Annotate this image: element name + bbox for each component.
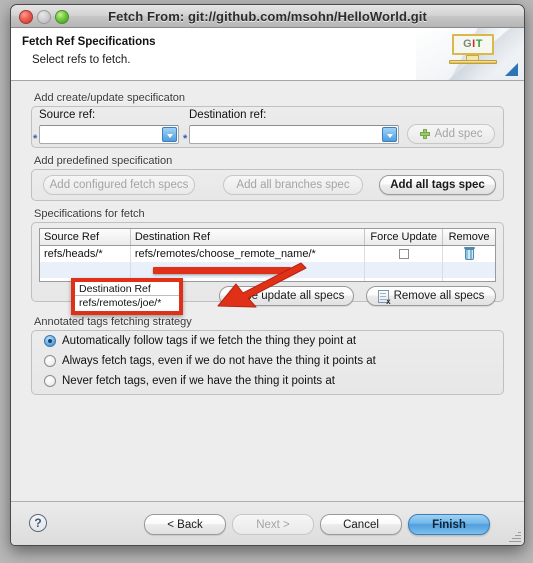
column-header-source-ref[interactable]: Source Ref xyxy=(40,229,131,245)
cell-empty xyxy=(443,278,495,281)
radio-option-never[interactable]: Never fetch tags, even if we have the th… xyxy=(44,375,335,387)
tags-group-label: Annotated tags fetching strategy xyxy=(34,316,192,328)
specs-group-label: Specifications for fetch xyxy=(34,208,145,220)
add-spec-button[interactable]: Add spec xyxy=(407,124,495,144)
git-logo-letter-g: G xyxy=(463,38,473,50)
plus-icon xyxy=(419,129,430,139)
close-button[interactable] xyxy=(19,10,33,24)
window-titlebar[interactable]: Fetch From: git://github.com/msohn/Hello… xyxy=(11,5,524,28)
header-artwork: GIT xyxy=(416,28,524,80)
annotation-callout-value: refs/remotes/joe/* xyxy=(79,297,162,309)
trash-icon[interactable] xyxy=(463,246,475,260)
source-ref-label: Source ref: xyxy=(39,109,96,121)
window-traffic-lights xyxy=(19,10,69,24)
annotation-callout-header: Destination Ref xyxy=(75,282,179,296)
add-all-branches-spec-label: Add all branches spec xyxy=(236,179,350,191)
screenshot-root: Fetch From: git://github.com/msohn/Hello… xyxy=(0,0,533,563)
cell-source-ref: refs/heads/* xyxy=(40,246,131,262)
radio-option-never-label: Never fetch tags, even if we have the th… xyxy=(62,375,335,387)
blue-triangle-icon xyxy=(505,63,518,76)
chevron-down-icon[interactable] xyxy=(162,127,177,142)
destination-ref-required-marker: * xyxy=(183,133,188,145)
column-header-force-update[interactable]: Force Update xyxy=(365,229,444,245)
column-header-destination-ref[interactable]: Destination Ref xyxy=(131,229,366,245)
add-all-branches-spec-button[interactable]: Add all branches spec xyxy=(223,175,363,195)
radio-icon[interactable] xyxy=(44,375,56,387)
radio-option-always-label: Always fetch tags, even if we do not hav… xyxy=(62,355,376,367)
cell-destination-ref: refs/remotes/choose_remote_name/* xyxy=(131,246,366,262)
git-logo-letter-t: T xyxy=(475,38,483,50)
create-update-group-label: Add create/update specificaton xyxy=(34,92,186,104)
window-title: Fetch From: git://github.com/msohn/Hello… xyxy=(108,8,427,24)
cancel-button[interactable]: Cancel xyxy=(320,514,402,535)
predefined-group-label: Add predefined specification xyxy=(34,155,173,167)
radio-option-automatic[interactable]: Automatically follow tags if we fetch th… xyxy=(44,335,356,347)
add-all-tags-spec-label: Add all tags spec xyxy=(390,179,485,191)
add-configured-fetch-specs-label: Add configured fetch specs xyxy=(49,179,189,191)
help-icon[interactable]: ? xyxy=(29,514,47,532)
radio-icon-selected[interactable] xyxy=(44,335,56,347)
git-logo-icon: GIT xyxy=(449,34,497,64)
remove-doc-icon xyxy=(377,289,391,305)
destination-ref-label: Destination ref: xyxy=(189,109,267,121)
remove-all-specs-button[interactable]: Remove all specs xyxy=(366,286,496,306)
back-button-label: < Back xyxy=(167,518,203,531)
next-button-label: Next > xyxy=(256,518,290,531)
radio-icon[interactable] xyxy=(44,355,56,367)
finish-button-label: Finish xyxy=(432,518,466,531)
annotation-arrow-icon xyxy=(217,262,307,308)
cell-empty xyxy=(443,262,495,278)
cell-empty xyxy=(40,262,131,278)
finish-button[interactable]: Finish xyxy=(408,514,490,535)
add-configured-fetch-specs-button[interactable]: Add configured fetch specs xyxy=(43,175,195,195)
page-title: Fetch Ref Specifications xyxy=(22,36,156,48)
table-row[interactable]: refs/heads/* refs/remotes/choose_remote_… xyxy=(40,246,495,262)
cell-empty xyxy=(365,278,444,281)
page-subtitle: Select refs to fetch. xyxy=(32,54,131,66)
source-ref-required-marker: * xyxy=(33,133,38,145)
wizard-header: Fetch Ref Specifications Select refs to … xyxy=(11,28,524,81)
force-update-checkbox[interactable] xyxy=(398,249,409,259)
annotation-callout: Destination Ref refs/remotes/joe/* xyxy=(71,278,183,315)
specs-table-header: Source Ref Destination Ref Force Update … xyxy=(40,229,495,246)
zoom-button[interactable] xyxy=(55,10,69,24)
cancel-button-label: Cancel xyxy=(343,518,379,531)
radio-option-automatic-label: Automatically follow tags if we fetch th… xyxy=(62,335,357,347)
destination-ref-combo[interactable] xyxy=(189,125,399,144)
cell-empty xyxy=(365,262,444,278)
column-header-remove[interactable]: Remove xyxy=(443,229,495,245)
wizard-footer: ? < Back Next > Cancel Finish xyxy=(11,502,524,545)
chevron-down-icon[interactable] xyxy=(382,127,397,142)
add-all-tags-spec-button[interactable]: Add all tags spec xyxy=(379,175,496,195)
minimize-button[interactable] xyxy=(37,10,51,24)
remove-all-specs-label: Remove all specs xyxy=(393,290,485,302)
back-button[interactable]: < Back xyxy=(144,514,226,535)
add-spec-button-label: Add spec xyxy=(434,128,483,140)
source-ref-combo[interactable] xyxy=(39,125,179,144)
next-button[interactable]: Next > xyxy=(232,514,314,535)
cell-remove[interactable] xyxy=(443,246,495,262)
cell-force-update[interactable] xyxy=(365,246,444,262)
radio-option-always[interactable]: Always fetch tags, even if we do not hav… xyxy=(44,355,376,367)
resize-grip[interactable] xyxy=(508,530,521,543)
